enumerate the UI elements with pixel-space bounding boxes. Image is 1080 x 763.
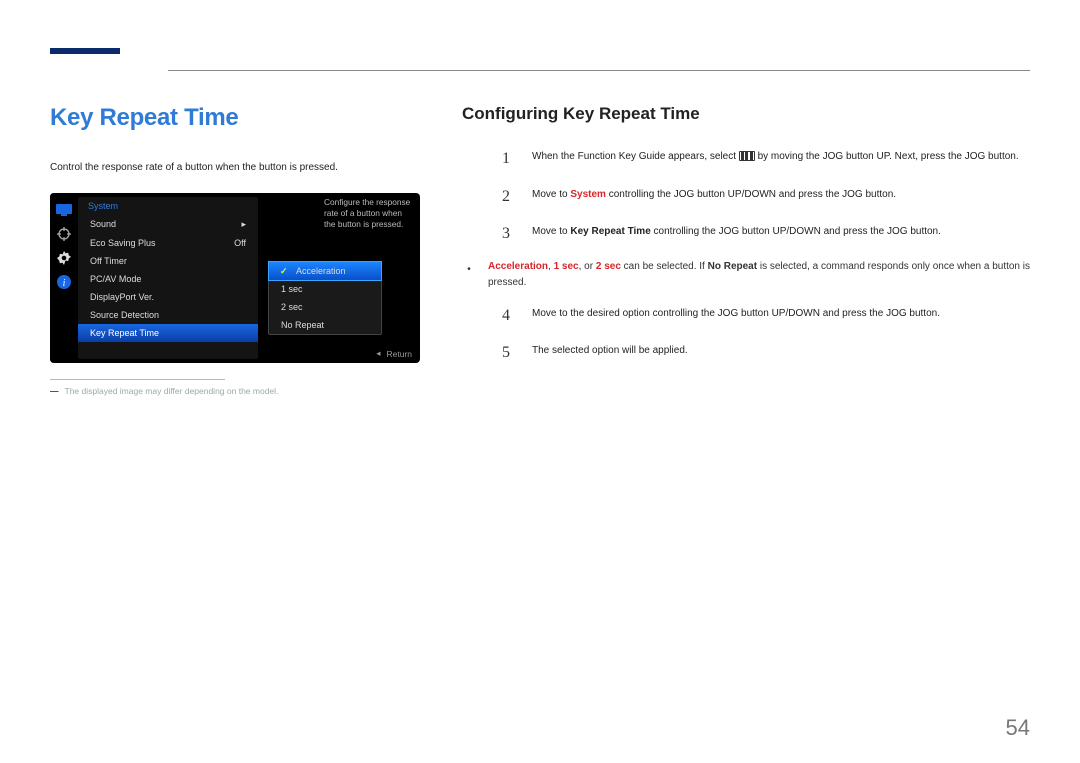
- svg-text:i: i: [63, 278, 66, 289]
- info-icon: i: [55, 273, 73, 291]
- step-5: 5 The selected option will be applied.: [502, 340, 1030, 366]
- step-1: 1 When the Function Key Guide appears, s…: [502, 146, 1030, 172]
- dash-icon: ―: [50, 386, 59, 396]
- steps-list: 1 When the Function Key Guide appears, s…: [462, 146, 1030, 247]
- steps-list-cont: 4 Move to the desired option controlling…: [462, 303, 1030, 366]
- step-4: 4 Move to the desired option controlling…: [502, 303, 1030, 329]
- footnote: ― The displayed image may differ dependi…: [50, 386, 430, 396]
- bullet-icon: •: [462, 259, 476, 291]
- osd-item-selected: Key Repeat Time: [78, 324, 258, 342]
- gear-icon: [55, 249, 73, 267]
- crosshair-icon: [55, 225, 73, 243]
- left-triangle-icon: ◂: [376, 348, 380, 359]
- osd-item: Off Timer: [78, 252, 258, 270]
- step-3: 3 Move to Key Repeat Time controlling th…: [502, 221, 1030, 247]
- osd-menu-list: System Sound▸ Eco Saving PlusOff Off Tim…: [78, 197, 258, 359]
- page-number: 54: [1006, 715, 1030, 741]
- page-title: Key Repeat Time: [50, 104, 430, 132]
- chapter-accent-bar: [50, 48, 120, 54]
- left-column: Key Repeat Time Control the response rat…: [50, 104, 430, 396]
- popup-item: No Repeat: [269, 316, 381, 334]
- osd-footer: ◂ Return: [376, 348, 412, 359]
- osd-screenshot: i System Sound▸ Eco Saving PlusOff Off T…: [50, 193, 420, 363]
- lead-text: Control the response rate of a button wh…: [50, 160, 430, 175]
- step-2: 2 Move to System controlling the JOG but…: [502, 184, 1030, 210]
- osd-item: Source Detection: [78, 306, 258, 324]
- right-column: Configuring Key Repeat Time 1 When the F…: [462, 104, 1030, 396]
- section-heading: Configuring Key Repeat Time: [462, 104, 1030, 124]
- note-bullet: • Acceleration, 1 sec, or 2 sec can be s…: [462, 259, 1030, 291]
- osd-item: PC/AV Mode: [78, 270, 258, 288]
- header-rule: [168, 70, 1030, 71]
- osd-popup: ✓Acceleration 1 sec 2 sec No Repeat: [268, 261, 382, 335]
- footnote-rule: [50, 379, 225, 380]
- osd-item: DisplayPort Ver.: [78, 288, 258, 306]
- check-icon: ✓: [280, 266, 290, 276]
- osd-tooltip: Configure the response rate of a button …: [324, 197, 414, 229]
- monitor-icon: [55, 201, 73, 219]
- osd-item: Eco Saving PlusOff: [78, 234, 258, 252]
- osd-sidebar-icons: i: [50, 193, 78, 363]
- popup-item: 1 sec: [269, 280, 381, 298]
- popup-item-selected: ✓Acceleration: [268, 261, 382, 281]
- popup-item: 2 sec: [269, 298, 381, 316]
- page-content: Key Repeat Time Control the response rat…: [50, 0, 1030, 396]
- osd-section-header: System: [78, 197, 258, 215]
- menu-bars-icon: [739, 151, 755, 161]
- osd-item: Sound▸: [78, 215, 258, 234]
